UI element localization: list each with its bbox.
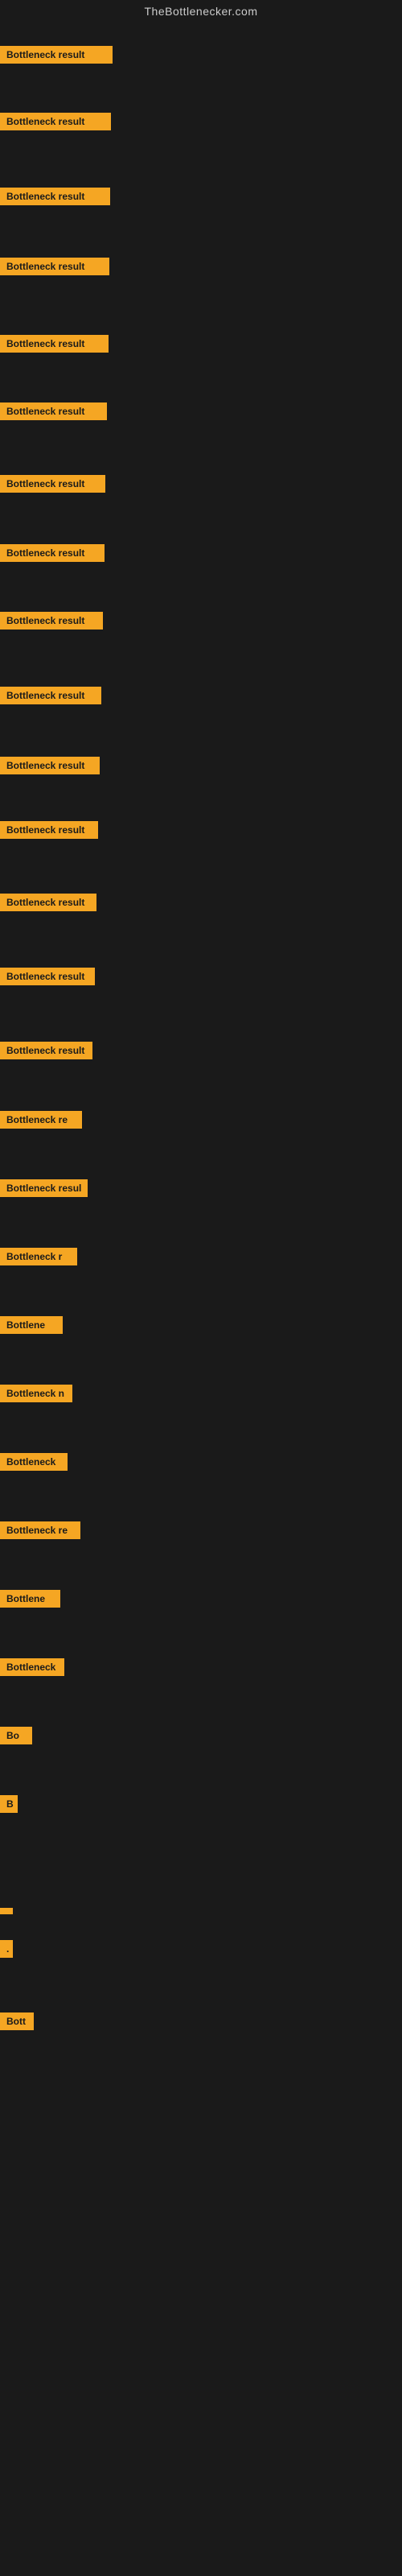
bottleneck-result-item[interactable]: B xyxy=(0,1795,18,1813)
bottleneck-result-item[interactable]: Bottleneck result xyxy=(0,258,109,275)
bottleneck-result-item[interactable]: Bottleneck result xyxy=(0,475,105,493)
bottleneck-result-item[interactable]: Bottleneck result xyxy=(0,894,96,911)
bottleneck-result-item[interactable]: Bottleneck result xyxy=(0,544,105,562)
bottleneck-result-item[interactable]: Bottleneck result xyxy=(0,968,95,985)
bottleneck-result-item[interactable]: . xyxy=(0,1940,13,1958)
bottleneck-result-item[interactable]: Bottleneck result xyxy=(0,402,107,420)
site-title: TheBottlenecker.com xyxy=(0,0,402,21)
bottleneck-result-item[interactable] xyxy=(0,1908,13,1914)
bottleneck-result-item[interactable]: Bottleneck resul xyxy=(0,1179,88,1197)
bottleneck-result-item[interactable]: Bottleneck result xyxy=(0,1042,92,1059)
bottleneck-result-item[interactable]: Bottleneck result xyxy=(0,46,113,64)
bottleneck-result-item[interactable]: Bottleneck result xyxy=(0,335,109,353)
bottleneck-result-item[interactable]: Bottlene xyxy=(0,1316,63,1334)
bottleneck-result-item[interactable]: Bottleneck n xyxy=(0,1385,72,1402)
bottleneck-result-item[interactable]: Bottleneck re xyxy=(0,1521,80,1539)
bottleneck-result-item[interactable]: Bottleneck result xyxy=(0,821,98,839)
bottleneck-result-item[interactable]: Bottleneck xyxy=(0,1658,64,1676)
bottleneck-result-item[interactable]: Bottleneck result xyxy=(0,113,111,130)
bottleneck-result-item[interactable]: Bottleneck result xyxy=(0,188,110,205)
bottleneck-result-item[interactable]: Bottleneck result xyxy=(0,757,100,774)
bottleneck-result-item[interactable]: Bottleneck result xyxy=(0,687,101,704)
bottleneck-result-item[interactable]: Bottleneck re xyxy=(0,1111,82,1129)
bottleneck-result-item[interactable]: Bottleneck result xyxy=(0,612,103,630)
bottleneck-result-item[interactable]: Bottleneck xyxy=(0,1453,68,1471)
bottleneck-result-item[interactable]: Bo xyxy=(0,1727,32,1744)
bottleneck-result-item[interactable]: Bottleneck r xyxy=(0,1248,77,1265)
bottleneck-result-item[interactable]: Bottlene xyxy=(0,1590,60,1608)
bottleneck-result-item[interactable]: Bott xyxy=(0,2013,34,2030)
